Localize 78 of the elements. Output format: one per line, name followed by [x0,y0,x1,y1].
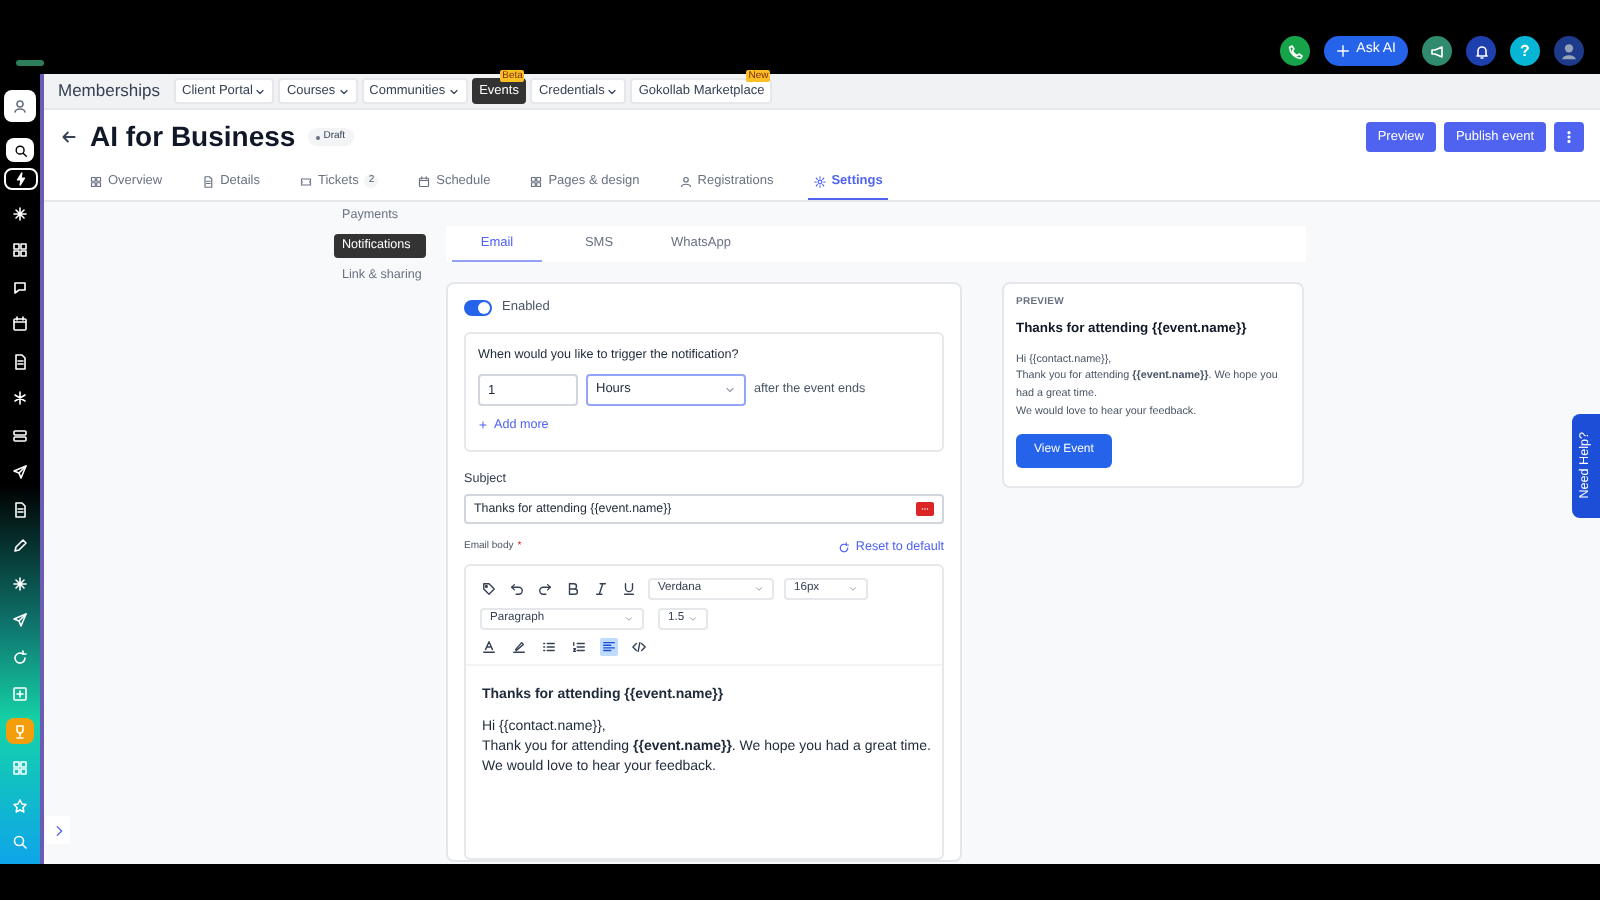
search-icon [12,834,28,850]
reset-icon [837,541,850,554]
chevron-right-icon [51,823,65,837]
plus-icon [478,420,488,431]
person-silhouette-icon [1558,40,1580,62]
account-button[interactable] [4,90,36,122]
lightning-icon [13,172,27,186]
bell-icon [1473,43,1489,59]
chevron-down-icon [624,613,634,624]
calendar-icon [12,316,28,332]
document-icon [12,353,28,369]
notification-button[interactable] [1466,36,1496,66]
chevron-down-icon [688,613,698,624]
numbered-list-icon [572,639,586,654]
chevron-down-icon [848,583,858,594]
toggle-switch[interactable] [464,299,492,316]
avatar[interactable] [1554,36,1584,66]
grid-icon [12,242,28,258]
text-color-icon [482,639,496,654]
more-button[interactable] [1554,122,1584,152]
toolbar-button[interactable] [536,579,554,598]
back-arrow-icon[interactable] [60,128,78,146]
trophy-icon [12,723,28,739]
align-left-icon [602,639,616,654]
megaphone-button[interactable] [1422,36,1452,66]
star-icon [12,797,28,813]
toolbar-button[interactable] [570,637,588,656]
document-icon [202,175,215,187]
plus-square-icon [12,686,28,702]
chevron-down-icon [724,384,736,397]
search-icon [13,143,27,157]
merge-tag-button[interactable] [916,502,934,517]
toolbar-button[interactable] [508,579,526,598]
italic-icon [594,581,608,596]
bold-icon [566,581,580,596]
undo-icon [510,581,524,596]
more-vertical-icon [1562,130,1576,144]
refresh-icon [12,649,28,665]
ticket-icon [299,175,312,187]
logo-icon [16,60,44,66]
toolbar-button[interactable] [510,637,528,656]
chevron-down-icon [754,583,764,594]
toolbar-button[interactable] [630,637,648,656]
phone-icon [1287,43,1304,59]
phone-button[interactable] [1280,36,1311,66]
grid-icon [90,175,102,187]
toolbar-button[interactable] [480,579,498,598]
asterisk-icon [12,390,28,406]
grid-icon [12,760,28,776]
paper-plane-icon [12,612,28,628]
chat-bubble-icon [12,279,28,295]
toolbar-button[interactable] [480,637,498,656]
toolbar-button[interactable] [620,579,638,598]
list-icon [12,427,28,443]
search-button[interactable] [6,138,34,162]
redo-icon [538,581,552,596]
toolbar-button[interactable] [540,637,558,656]
toolbar-button[interactable] [600,637,618,656]
code-icon [632,639,646,654]
tag-icon [482,581,496,596]
marker-icon [512,639,526,654]
person-icon [12,98,28,114]
quick-action-button[interactable] [3,168,37,190]
app-title: Memberships [58,78,161,104]
expand-button[interactable] [46,816,70,844]
underline-icon [622,581,636,596]
calendar-icon [418,175,431,187]
pencil-icon [12,538,28,554]
document-icon [12,501,28,517]
gear-icon [813,175,826,187]
toolbar-button[interactable] [592,579,610,598]
grid-icon [530,175,543,187]
toolbar-button[interactable] [564,579,582,598]
paper-plane-icon [12,464,28,480]
person-icon [679,175,692,187]
bullet-list-icon [542,639,556,654]
page-title: AI for Business [90,118,296,156]
megaphone-icon [1429,43,1445,59]
